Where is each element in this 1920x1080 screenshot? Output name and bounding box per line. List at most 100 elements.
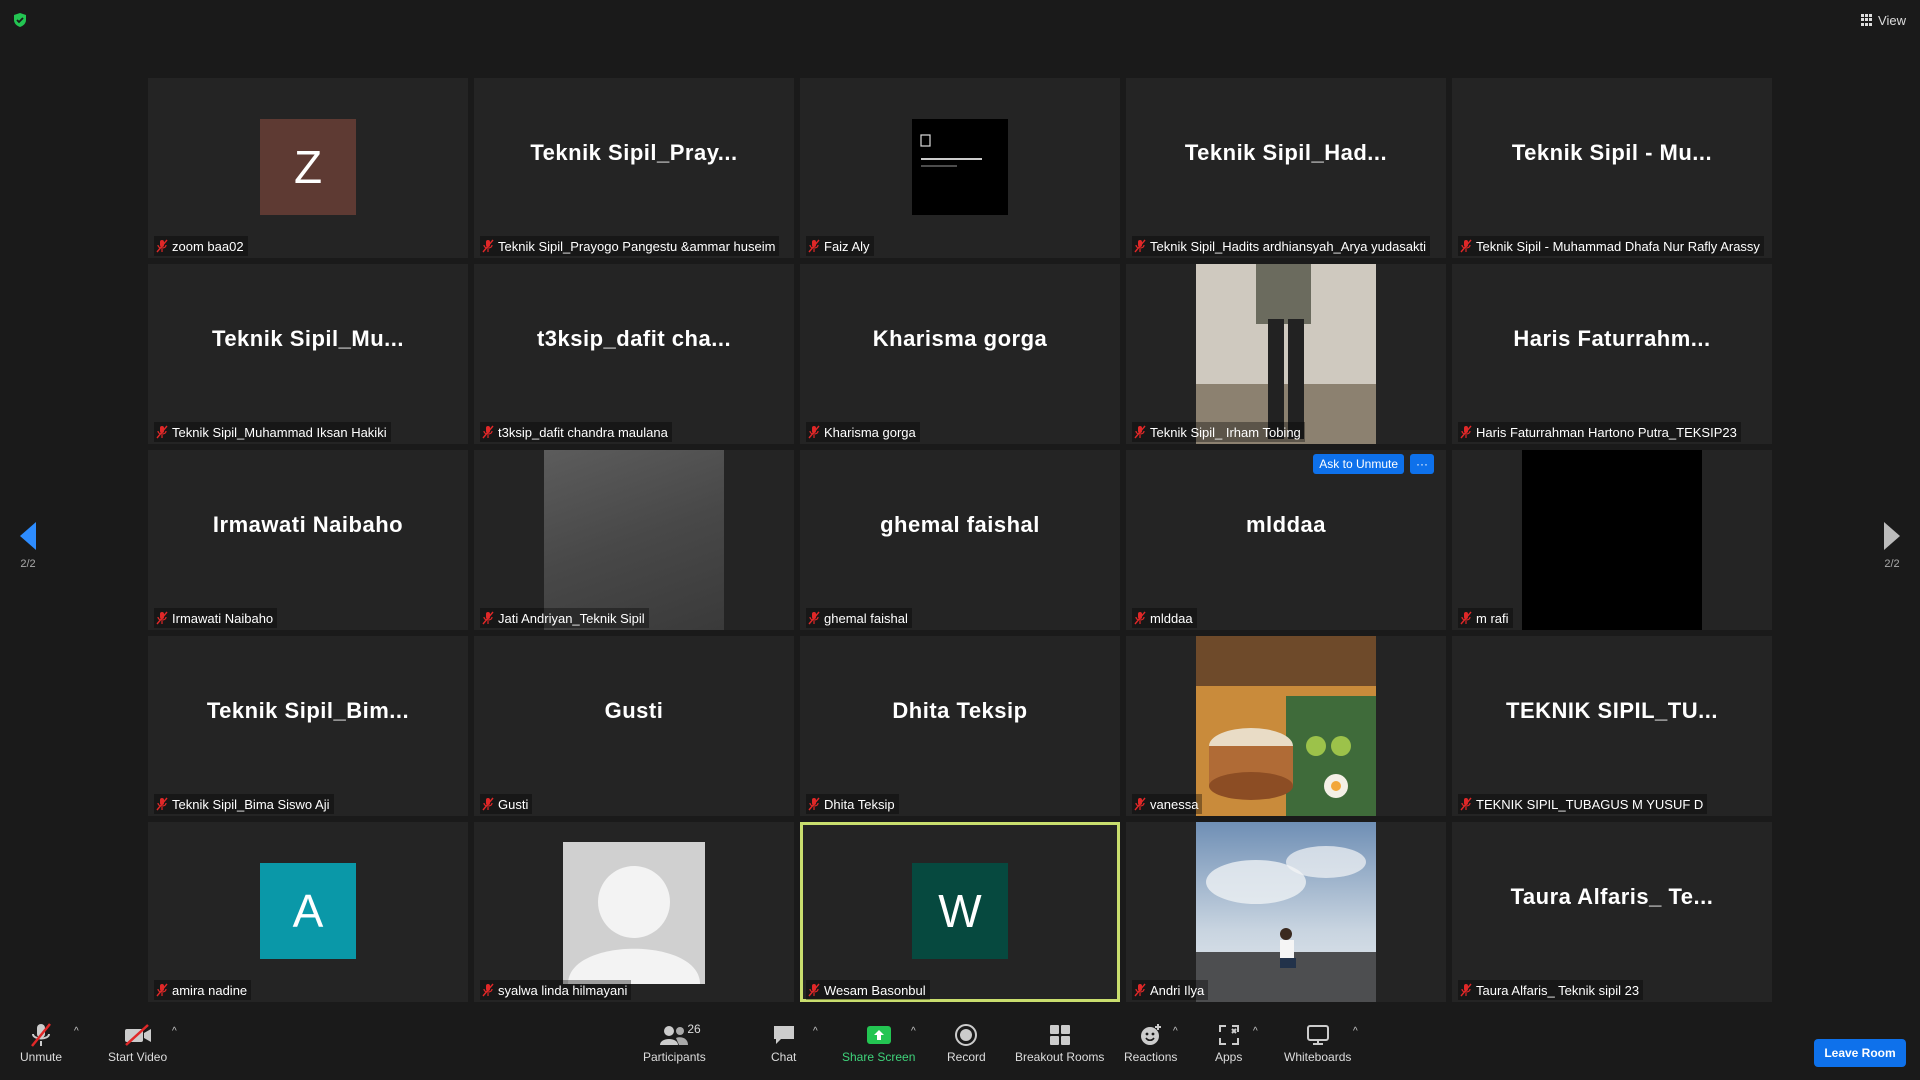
apps-options-caret-icon[interactable]: ^: [1253, 1026, 1258, 1037]
muted-mic-icon: [156, 983, 168, 997]
avatar: A: [260, 863, 356, 959]
shield-check-icon[interactable]: [12, 12, 28, 28]
participant-tile[interactable]: W Wesam Basonbul: [800, 822, 1120, 1002]
participant-name: Teknik Sipil - Muhammad Dhafa Nur Rafly …: [1476, 238, 1760, 254]
reactions-options-caret-icon[interactable]: ^: [1173, 1026, 1178, 1037]
participant-tile[interactable]: Teknik Sipil_Had... Teknik Sipil_Hadits a…: [1126, 78, 1446, 258]
participant-tile[interactable]: ghemal faishal ghemal faishal: [800, 450, 1120, 630]
chat-button[interactable]: Chat: [771, 1020, 796, 1064]
participant-tile[interactable]: Gusti Gusti: [474, 636, 794, 816]
participant-count: 26: [687, 1022, 701, 1036]
reactions-button[interactable]: Reactions: [1124, 1020, 1177, 1064]
audio-options-caret-icon[interactable]: ^: [74, 1026, 79, 1037]
share-screen-button[interactable]: Share Screen: [842, 1020, 915, 1064]
muted-mic-icon: [1134, 425, 1146, 439]
participant-name: zoom baa02: [172, 238, 244, 254]
view-button[interactable]: View: [1861, 10, 1906, 30]
participant-tile[interactable]: Teknik Sipil_Pray... Teknik Sipil_Prayogo…: [474, 78, 794, 258]
participant-tile[interactable]: Faiz Aly: [800, 78, 1120, 258]
chat-options-caret-icon[interactable]: ^: [813, 1026, 818, 1037]
muted-mic-icon: [156, 239, 168, 253]
share-options-caret-icon[interactable]: ^: [911, 1026, 916, 1037]
participant-tile[interactable]: Kharisma gorga Kharisma gorga: [800, 264, 1120, 444]
share-screen-icon: [866, 1026, 891, 1044]
apps-icon: [1218, 1025, 1239, 1045]
unmute-label: Unmute: [20, 1050, 63, 1064]
participant-name-label: Teknik Sipil_ Irham Tobing: [1132, 422, 1305, 442]
participant-display-name: t3ksip_dafit cha...: [536, 326, 732, 351]
video-feed: [1196, 636, 1376, 816]
page-indicator-right: 2/2: [1884, 558, 1900, 570]
participant-display-name: Teknik Sipil_Had...: [1184, 140, 1388, 165]
participant-tile[interactable]: Teknik Sipil_Bim... Teknik Sipil_Bima Sis…: [148, 636, 468, 816]
participant-display-name: Teknik Sipil - Mu...: [1511, 140, 1713, 165]
participant-display-name: Kharisma gorga: [872, 326, 1048, 351]
ask-to-unmute-button[interactable]: Ask to Unmute: [1313, 454, 1404, 474]
muted-mic-icon: [808, 425, 820, 439]
share-screen-label: Share Screen: [842, 1050, 916, 1064]
participants-icon: [660, 1026, 689, 1045]
participant-tile[interactable]: Jati Andriyan_Teknik Sipil: [474, 450, 794, 630]
participant-tile[interactable]: syalwa linda hilmayani: [474, 822, 794, 1002]
participant-tile[interactable]: Irmawati Naibaho Irmawati Naibaho: [148, 450, 468, 630]
participant-name: Teknik Sipil_Bima Siswo Aji: [172, 796, 330, 812]
participant-name-label: Dhita Teksip: [806, 794, 899, 814]
muted-mic-icon: [156, 797, 168, 811]
participant-tile[interactable]: Aamira nadine: [148, 822, 468, 1002]
whiteboard-icon: [1306, 1025, 1329, 1045]
participant-tile[interactable]: TEKNIK SIPIL_TU... TEKNIK SIPIL_TUBAGUS M…: [1452, 636, 1772, 816]
whiteboards-button[interactable]: Whiteboards: [1284, 1020, 1351, 1064]
record-label: Record: [947, 1050, 986, 1064]
leave-room-button[interactable]: Leave Room: [1814, 1039, 1906, 1067]
participant-tile[interactable]: t3ksip_dafit cha... t3ksip_dafit chandra …: [474, 264, 794, 444]
participant-tile[interactable]: Teknik Sipil - Mu... Teknik Sipil - Muham…: [1452, 78, 1772, 258]
participant-name: Jati Andriyan_Teknik Sipil: [498, 610, 645, 626]
chat-bubble-icon: [773, 1026, 794, 1044]
start-video-button[interactable]: Start Video: [108, 1020, 167, 1064]
muted-mic-icon: [1460, 797, 1472, 811]
participant-tile[interactable]: vanessa: [1126, 636, 1446, 816]
muted-mic-icon: [482, 239, 494, 253]
participant-name: t3ksip_dafit chandra maulana: [498, 424, 668, 440]
muted-mic-icon: [482, 425, 494, 439]
participant-name: Teknik Sipil_Prayogo Pangestu &ammar hus…: [498, 238, 776, 254]
participant-tile[interactable]: Haris Faturrahm... Haris Faturrahman Hart…: [1452, 264, 1772, 444]
previous-page-button[interactable]: 2/2: [8, 522, 48, 570]
next-page-button[interactable]: 2/2: [1872, 522, 1912, 570]
reactions-smiley-icon: [1140, 1024, 1161, 1045]
participant-tile[interactable]: Andri Ilya: [1126, 822, 1446, 1002]
participant-tile[interactable]: Taura Alfaris_ Te... Taura Alfaris_ Tekni…: [1452, 822, 1772, 1002]
more-options-button[interactable]: ···: [1410, 454, 1434, 474]
participants-button[interactable]: 26 Participants: [643, 1020, 706, 1064]
video-options-caret-icon[interactable]: ^: [172, 1026, 177, 1037]
apps-button[interactable]: Apps: [1215, 1020, 1242, 1064]
participant-name: Taura Alfaris_ Teknik sipil 23: [1476, 982, 1640, 998]
participant-name-label: Teknik Sipil_Prayogo Pangestu &ammar hus…: [480, 236, 780, 256]
muted-mic-icon: [1460, 239, 1472, 253]
participant-name-label: Irmawati Naibaho: [154, 608, 278, 628]
breakout-rooms-button[interactable]: Breakout Rooms: [1015, 1020, 1104, 1064]
participant-tile[interactable]: mlddaa Ask to Unmute ··· mlddaa: [1126, 450, 1446, 630]
whiteboards-options-caret-icon[interactable]: ^: [1353, 1026, 1358, 1037]
participant-name-label: ghemal faishal: [806, 608, 912, 628]
participant-tile[interactable]: m rafi: [1452, 450, 1772, 630]
participant-tile[interactable]: Dhita Teksip Dhita Teksip: [800, 636, 1120, 816]
participant-name: mlddaa: [1150, 610, 1193, 626]
participant-name: TEKNIK SIPIL_TUBAGUS M YUSUF D: [1476, 796, 1704, 812]
muted-mic-icon: [1460, 983, 1472, 997]
start-video-label: Start Video: [108, 1050, 168, 1064]
participant-tile[interactable]: Zzoom baa02: [148, 78, 468, 258]
participant-name-label: Taura Alfaris_ Teknik sipil 23: [1458, 980, 1644, 1000]
participant-tile[interactable]: Teknik Sipil_Mu... Teknik Sipil_Muhammad …: [148, 264, 468, 444]
unmute-button[interactable]: Unmute: [20, 1020, 62, 1064]
muted-mic-icon: [482, 611, 494, 625]
record-button[interactable]: Record: [947, 1020, 986, 1064]
muted-mic-icon: [1134, 611, 1146, 625]
participant-display-name: Taura Alfaris_ Te...: [1510, 884, 1714, 909]
video-feed: [544, 450, 724, 630]
participant-name-label: Jati Andriyan_Teknik Sipil: [480, 608, 649, 628]
participants-label: Participants: [643, 1050, 706, 1064]
participant-tile[interactable]: Teknik Sipil_ Irham Tobing: [1126, 264, 1446, 444]
muted-mic-icon: [808, 983, 820, 997]
meeting-toolbar: Unmute ^ Start Video ^ 26 Participants C…: [0, 1014, 1920, 1080]
